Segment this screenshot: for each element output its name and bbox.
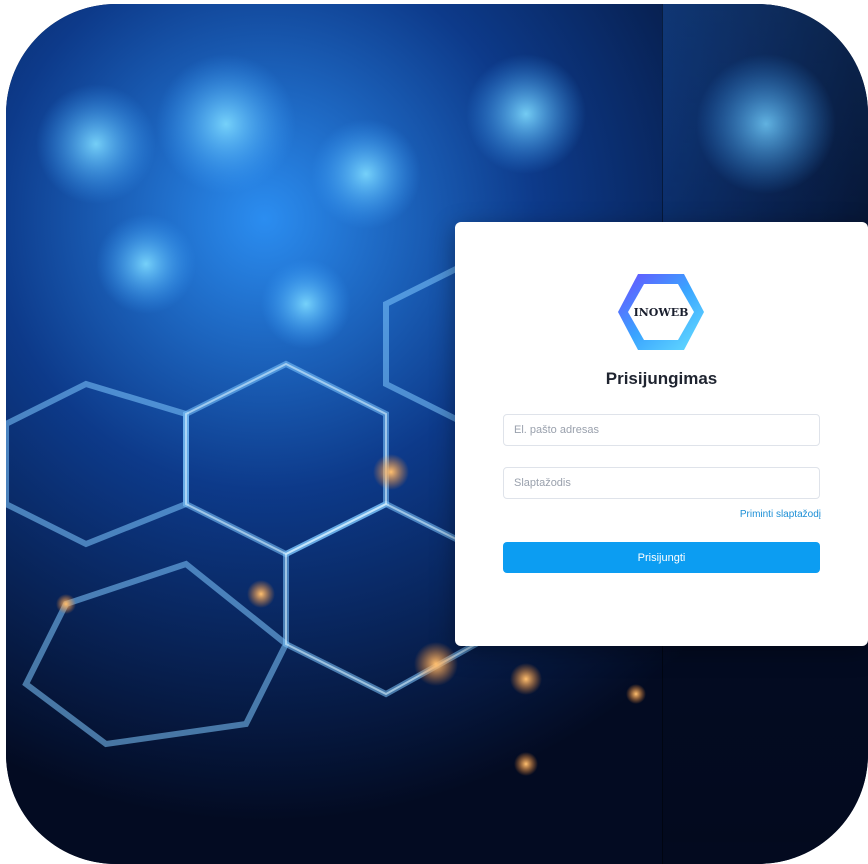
email-field[interactable] [503,414,820,446]
password-field[interactable] [503,467,820,499]
logo-text: INOWEB [634,306,689,319]
login-card: INOWEB Prisijungimas Priminti slaptažodį… [455,222,868,646]
page-title: Prisijungimas [605,369,718,388]
login-button[interactable]: Prisijungti [503,542,820,573]
forgot-password-link[interactable]: Priminti slaptažodį [740,509,821,520]
inoweb-logo: INOWEB [616,270,706,354]
